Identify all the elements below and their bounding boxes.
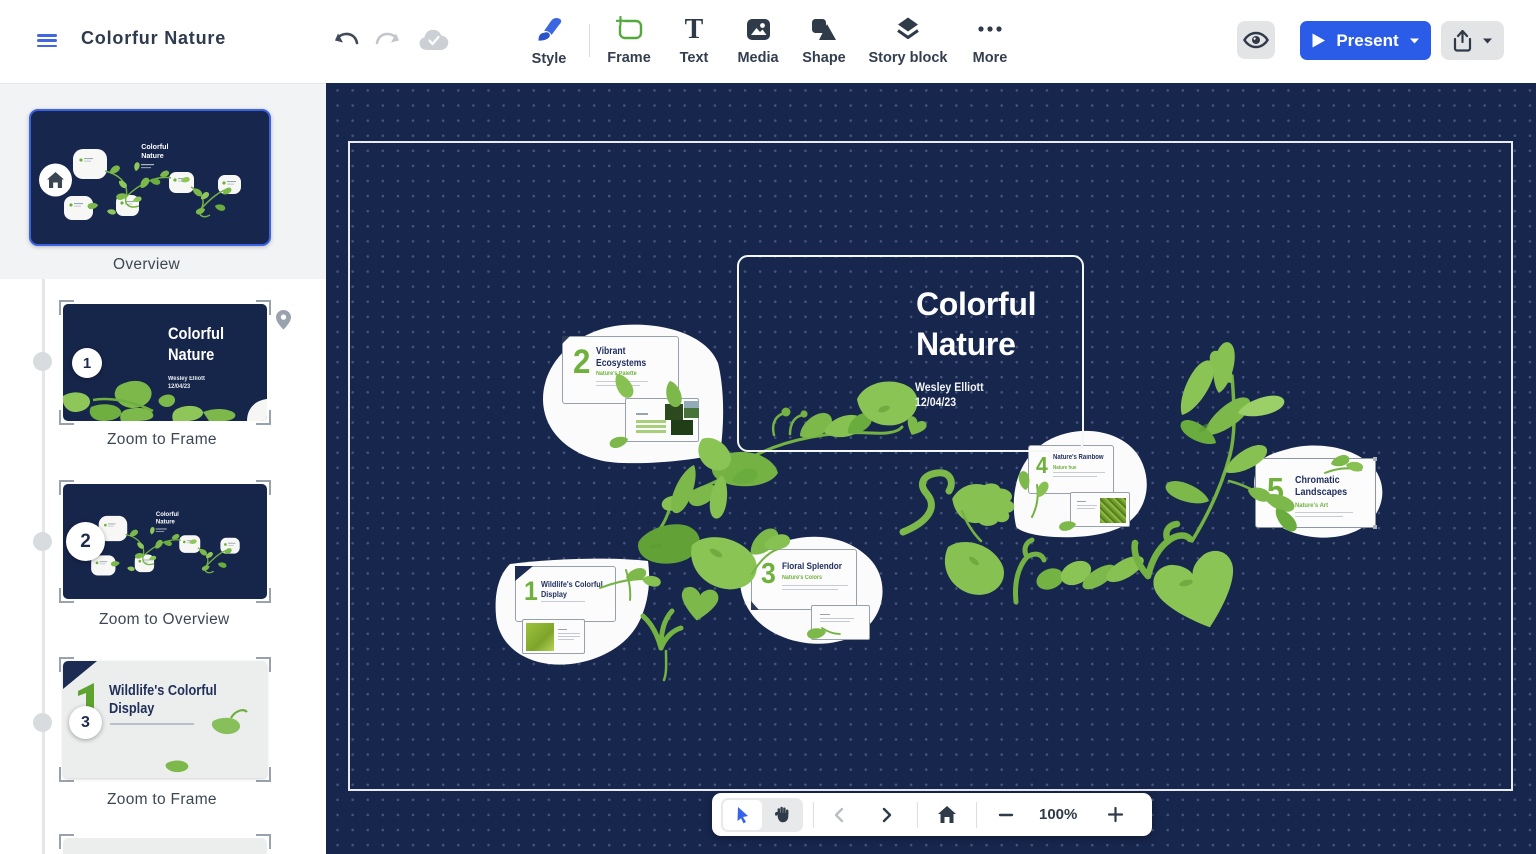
- svg-text:Colorful: Colorful: [141, 142, 168, 151]
- svg-text:Colorful: Colorful: [156, 511, 179, 518]
- svg-text:Nature: Nature: [141, 151, 164, 160]
- svg-text:Nature: Nature: [156, 518, 175, 525]
- svg-text:T: T: [685, 16, 704, 43]
